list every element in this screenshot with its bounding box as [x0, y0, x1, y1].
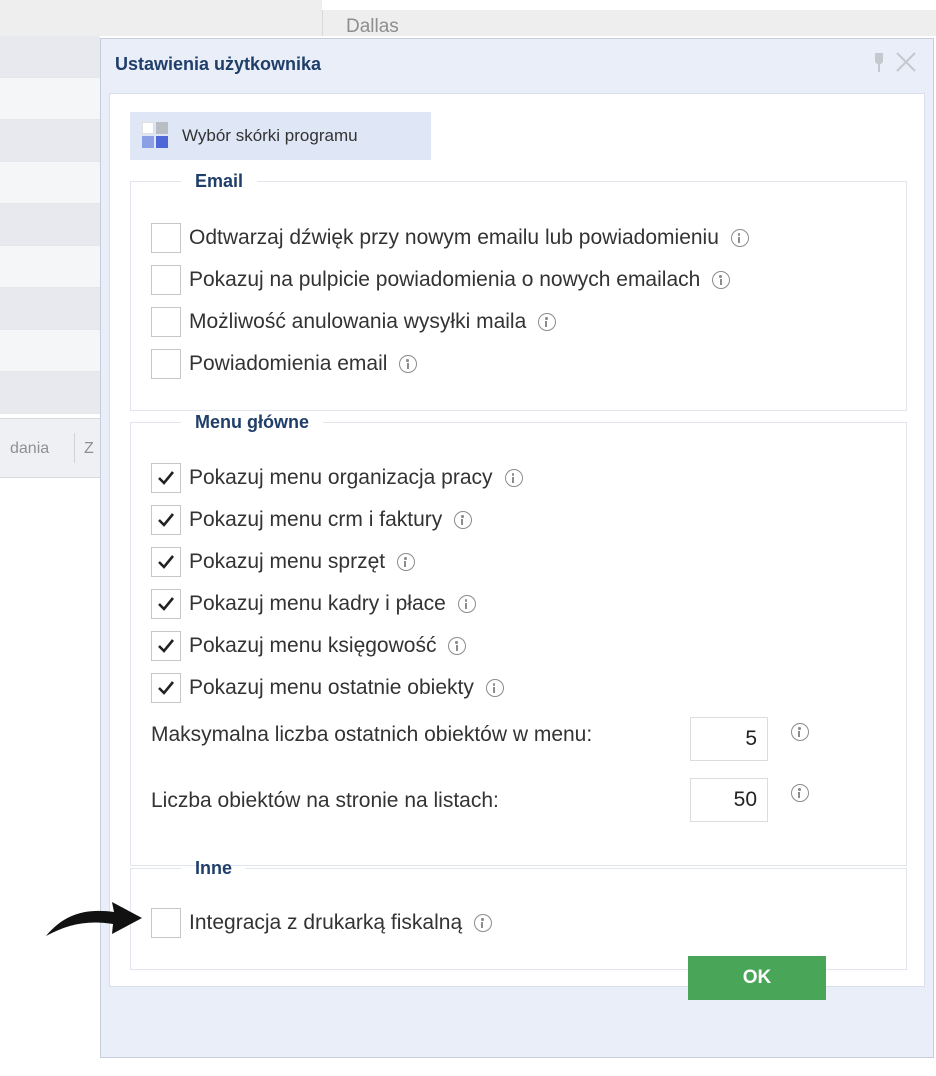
menu-hr-payroll-checkbox[interactable] [151, 589, 181, 619]
menu-equipment-checkbox[interactable] [151, 547, 181, 577]
email-cancel-send-option: Możliwość anulowania wysyłki maila [151, 303, 557, 341]
other-group-legend: Inne [195, 858, 233, 878]
background-row [0, 120, 100, 162]
fiscal-printer-option: Integracja z drukarką fiskalną [151, 904, 493, 942]
fiscal-printer-label: Integracja z drukarką fiskalną [189, 911, 463, 934]
email-sound-option: Odtwarzaj dźwięk przy nowym emailu lub p… [151, 219, 749, 257]
email-cancel-send-label: Możliwość anulowania wysyłki maila [189, 310, 527, 333]
menu-crm-invoices-option: Pokazuj menu crm i faktury [151, 501, 473, 539]
background-row [0, 162, 100, 204]
background-row [0, 36, 100, 78]
email-desktop-notify-checkbox[interactable] [151, 265, 181, 295]
dialog-header: Ustawienia użytkownika [101, 39, 933, 93]
info-icon[interactable] [448, 637, 467, 655]
menu-recent-objects-checkbox[interactable] [151, 673, 181, 703]
background-row [0, 330, 100, 372]
close-icon[interactable] [895, 51, 917, 73]
menu-crm-invoices-checkbox[interactable] [151, 505, 181, 535]
annotation-arrow-icon [46, 902, 142, 936]
dialog-body: Wybór skórki programu Email Odtwarzaj dź… [109, 93, 925, 987]
menu-work-organization-checkbox[interactable] [151, 463, 181, 493]
menu-crm-invoices-label: Pokazuj menu crm i faktury [189, 508, 443, 531]
background-city-cell: Dallas [346, 16, 399, 37]
email-sound-checkbox[interactable] [151, 223, 181, 253]
dialog-header-icons [873, 51, 917, 73]
checkmark-icon [158, 513, 175, 527]
info-icon[interactable] [399, 355, 418, 373]
fiscal-printer-checkbox[interactable] [151, 908, 181, 938]
background-header-cell[interactable]: dania [10, 440, 49, 458]
max-recent-objects-label: Maksymalna liczba ostatnich obiektów w m… [151, 723, 593, 746]
email-notifications-label: Powiadomienia email [189, 352, 388, 375]
email-sound-label: Odtwarzaj dźwięk przy nowym emailu lub p… [189, 226, 719, 249]
email-notifications-checkbox[interactable] [151, 349, 181, 379]
background-row [0, 372, 100, 414]
info-icon[interactable] [712, 271, 731, 289]
info-icon[interactable] [538, 313, 557, 331]
background-row [0, 204, 100, 246]
background-header-separator [74, 433, 75, 463]
menu-equipment-label: Pokazuj menu sprzęt [189, 550, 386, 573]
background-column-strip [322, 10, 936, 36]
menu-accounting-checkbox[interactable] [151, 631, 181, 661]
background-header-cell[interactable]: Z [84, 440, 94, 458]
palette-icon [142, 122, 170, 150]
info-icon[interactable] [474, 914, 493, 932]
skin-selection-label: Wybór skórki programu [182, 126, 358, 145]
background-table-header: dania Z [0, 418, 100, 478]
menu-accounting-label: Pokazuj menu księgowość [189, 634, 437, 657]
info-icon[interactable] [791, 723, 809, 741]
checkmark-icon [158, 555, 175, 569]
skin-selection-button[interactable]: Wybór skórki programu [130, 112, 431, 160]
objects-per-page-label: Liczba obiektów na stronie na listach: [151, 789, 499, 812]
email-cancel-send-checkbox[interactable] [151, 307, 181, 337]
objects-per-page-input[interactable] [690, 778, 768, 822]
email-notifications-option: Powiadomienia email [151, 345, 418, 383]
menu-work-organization-option: Pokazuj menu organizacja pracy [151, 459, 523, 497]
user-settings-dialog: Ustawienia użytkownika Wybór skórki prog… [100, 38, 934, 1058]
background-row [0, 246, 100, 288]
menu-hr-payroll-label: Pokazuj menu kadry i płace [189, 592, 446, 615]
info-icon[interactable] [485, 679, 504, 697]
main-menu-settings-group: Menu główne Pokazuj menu organizacja pra… [130, 412, 907, 866]
info-icon[interactable] [504, 469, 523, 487]
email-group-legend: Email [195, 171, 244, 191]
menu-accounting-option: Pokazuj menu księgowość [151, 627, 467, 665]
background-list-rows [0, 36, 100, 414]
info-icon[interactable] [397, 553, 416, 571]
info-icon[interactable] [730, 229, 749, 247]
checkmark-icon [158, 681, 175, 695]
menu-recent-objects-option: Pokazuj menu ostatnie obiekty [151, 669, 504, 707]
max-recent-objects-input[interactable] [690, 717, 768, 761]
menu-equipment-option: Pokazuj menu sprzęt [151, 543, 416, 581]
info-icon[interactable] [454, 511, 473, 529]
info-icon[interactable] [791, 784, 809, 802]
other-settings-group: Inne Integracja z drukarką fiskalną [130, 858, 907, 970]
email-desktop-notify-option: Pokazuj na pulpicie powiadomienia o nowy… [151, 261, 731, 299]
menu-work-organization-label: Pokazuj menu organizacja pracy [189, 466, 493, 489]
dialog-title: Ustawienia użytkownika [115, 54, 322, 74]
email-desktop-notify-label: Pokazuj na pulpicie powiadomienia o nowy… [189, 268, 701, 291]
email-settings-group: Email Odtwarzaj dźwięk przy nowym emailu… [130, 171, 907, 411]
menu-hr-payroll-option: Pokazuj menu kadry i płace [151, 585, 476, 623]
pin-icon[interactable] [873, 51, 885, 73]
checkmark-icon [158, 471, 175, 485]
background-row [0, 288, 100, 330]
background-toolbar [0, 0, 322, 36]
menu-recent-objects-label: Pokazuj menu ostatnie obiekty [189, 676, 474, 699]
ok-button[interactable]: OK [688, 956, 826, 1000]
background-row [0, 78, 100, 120]
checkmark-icon [158, 639, 175, 653]
info-icon[interactable] [457, 595, 476, 613]
checkmark-icon [158, 597, 175, 611]
main-menu-group-legend: Menu główne [195, 412, 309, 432]
